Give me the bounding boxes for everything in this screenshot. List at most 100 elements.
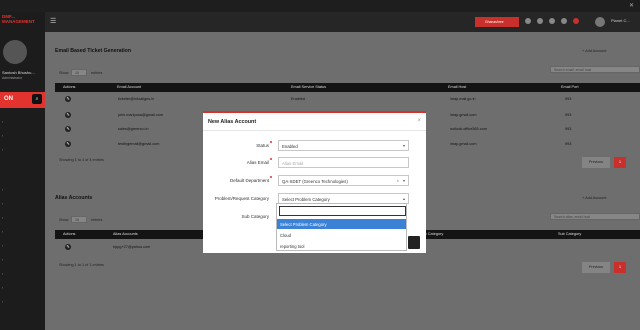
entries-select[interactable]: 10 [71, 216, 87, 223]
sidebar-item[interactable]: › [2, 120, 3, 124]
top-user-name[interactable]: Planet C... [611, 18, 630, 23]
table-cell: 993 [565, 142, 572, 146]
table-cell: Enabled [291, 97, 305, 101]
add-alias-button[interactable]: + Add Account [582, 196, 606, 200]
table-cell: hppg+27@yahoo.com [113, 245, 151, 249]
modal-submit-button[interactable] [408, 236, 420, 249]
sidebar-item[interactable]: › [2, 258, 3, 262]
column-header[interactable]: Email Port [561, 85, 579, 89]
table-info: Showing 1 to 1 of 1 entries [59, 263, 104, 267]
sidebar-item[interactable]: › [2, 272, 3, 276]
page-button[interactable]: 1 [614, 157, 626, 168]
show-label: Show [59, 218, 69, 222]
table-cell: 993 [565, 97, 572, 101]
top-action-button[interactable]: Ghanashree [475, 17, 519, 27]
sidebar-item[interactable]: › [2, 202, 3, 206]
department-label: Default Department [229, 178, 269, 183]
section-title: Email Based Ticket Generation [55, 48, 132, 54]
table-header: Actions Email Account Email Service Stat… [55, 83, 640, 92]
edit-icon[interactable]: ✎ [65, 96, 71, 102]
edit-icon[interactable]: ✎ [65, 112, 71, 118]
department-select[interactable]: QA-SDET (Greenco Technologies) × ▾ [278, 175, 409, 186]
chat-icon[interactable] [537, 18, 543, 24]
search-input[interactable]: Search alias, email host [550, 213, 640, 220]
column-header[interactable]: Email Service Status [291, 85, 326, 89]
sidebar-item[interactable]: › [2, 230, 3, 234]
clear-icon[interactable]: × [397, 178, 399, 183]
sidebar: DMF... MANAGEMENT Santosh Bhushu... Admi… [0, 12, 45, 330]
search-input[interactable]: Search email, email host [550, 66, 640, 73]
dropdown-search-input[interactable] [279, 206, 406, 216]
status-label: Status [256, 143, 269, 148]
sidebar-item[interactable]: › [2, 148, 3, 152]
sidebar-user-name[interactable]: Santosh Bhushu... [2, 70, 35, 75]
required-marker [270, 141, 272, 143]
chevron-down-icon: ▾ [402, 178, 405, 183]
search-icon[interactable]: ⌕ [32, 94, 42, 104]
notification-icon[interactable] [573, 18, 579, 24]
table-cell: john.mariposa@gmail.com [118, 113, 164, 117]
table-cell: sales@greenco.in [118, 127, 149, 131]
dropdown-option[interactable]: Select Problem Category [277, 219, 406, 229]
sidebar-user-role: Administrator [2, 76, 22, 80]
column-header[interactable]: Email Account [117, 85, 141, 89]
alias-email-input[interactable]: Alias Email [278, 157, 409, 168]
page-button[interactable]: 1 [614, 262, 626, 273]
modal-title: New Alias Account [208, 119, 257, 125]
avatar[interactable] [3, 40, 27, 64]
table-cell: outlook.office365.com [450, 127, 487, 131]
app-logo: DMF... MANAGEMENT [2, 14, 35, 24]
close-icon[interactable]: × [417, 118, 421, 124]
edit-icon[interactable]: ✎ [65, 126, 71, 132]
entries-label: entries [91, 218, 103, 222]
column-header[interactable]: Alias Accounts [113, 232, 138, 236]
column-header[interactable]: Actions [63, 232, 75, 236]
column-header[interactable]: Actions [63, 85, 75, 89]
menu-icon[interactable]: ☰ [50, 17, 56, 25]
window-close-icon[interactable]: ✕ [629, 2, 634, 9]
table-cell: ticketer@infoaligns.in [118, 97, 155, 101]
sub-category-label: Sub Category [241, 214, 269, 219]
avatar[interactable] [595, 17, 605, 27]
entries-select[interactable]: 10 [71, 69, 87, 76]
dropdown-option[interactable]: reporting tool [277, 241, 406, 251]
modal-header: New Alias Account × [203, 113, 426, 131]
sidebar-item[interactable]: › [2, 134, 3, 138]
previous-button[interactable]: Previous [582, 262, 610, 273]
top-bar: ☰ Ghanashree Planet C... [45, 12, 640, 32]
dropdown-option[interactable]: Cloud [277, 230, 406, 240]
table-cell: 993 [565, 113, 572, 117]
entries-label: entries [91, 71, 103, 75]
problem-category-label: Problem/Request Category [214, 196, 269, 201]
sidebar-item[interactable]: › [2, 286, 3, 290]
problem-category-dropdown: Select Problem Category Cloud reporting … [276, 203, 407, 251]
table-cell: imap.mail.go.in [450, 97, 476, 101]
help-icon[interactable] [561, 18, 567, 24]
previous-button[interactable]: Previous [582, 157, 610, 168]
table-cell: imap.gmail.com [450, 113, 477, 117]
window-titlebar: ✕ [0, 0, 640, 12]
section-title: Alias Accounts [55, 195, 93, 201]
sidebar-item[interactable]: › [2, 300, 3, 304]
sidebar-item[interactable]: › [2, 216, 3, 220]
sidebar-item[interactable]: › [2, 244, 3, 248]
settings-icon[interactable] [549, 18, 555, 24]
search-icon[interactable] [525, 18, 531, 24]
column-header[interactable]: Email Host [448, 85, 466, 89]
sidebar-item[interactable]: › [2, 188, 3, 192]
chevron-up-icon: ▴ [402, 196, 405, 201]
add-account-button[interactable]: + Add Account [582, 49, 606, 53]
status-select[interactable]: Enabled ▾ [278, 140, 409, 151]
required-marker [270, 158, 272, 160]
table-cell: imap.gmail.com [450, 142, 477, 146]
table-info: Showing 1 to 4 of 4 entries [59, 158, 104, 162]
chevron-down-icon: ▾ [402, 143, 405, 148]
alias-email-label: Alias Email [246, 160, 269, 165]
show-label: Show [59, 71, 69, 75]
edit-icon[interactable]: ✎ [65, 141, 71, 147]
table-cell: 993 [565, 127, 572, 131]
required-marker [270, 176, 272, 178]
column-header[interactable]: Sub Category [558, 232, 581, 236]
edit-icon[interactable]: ✎ [65, 244, 71, 250]
table-cell: testingemail@gmail.com [118, 142, 160, 146]
